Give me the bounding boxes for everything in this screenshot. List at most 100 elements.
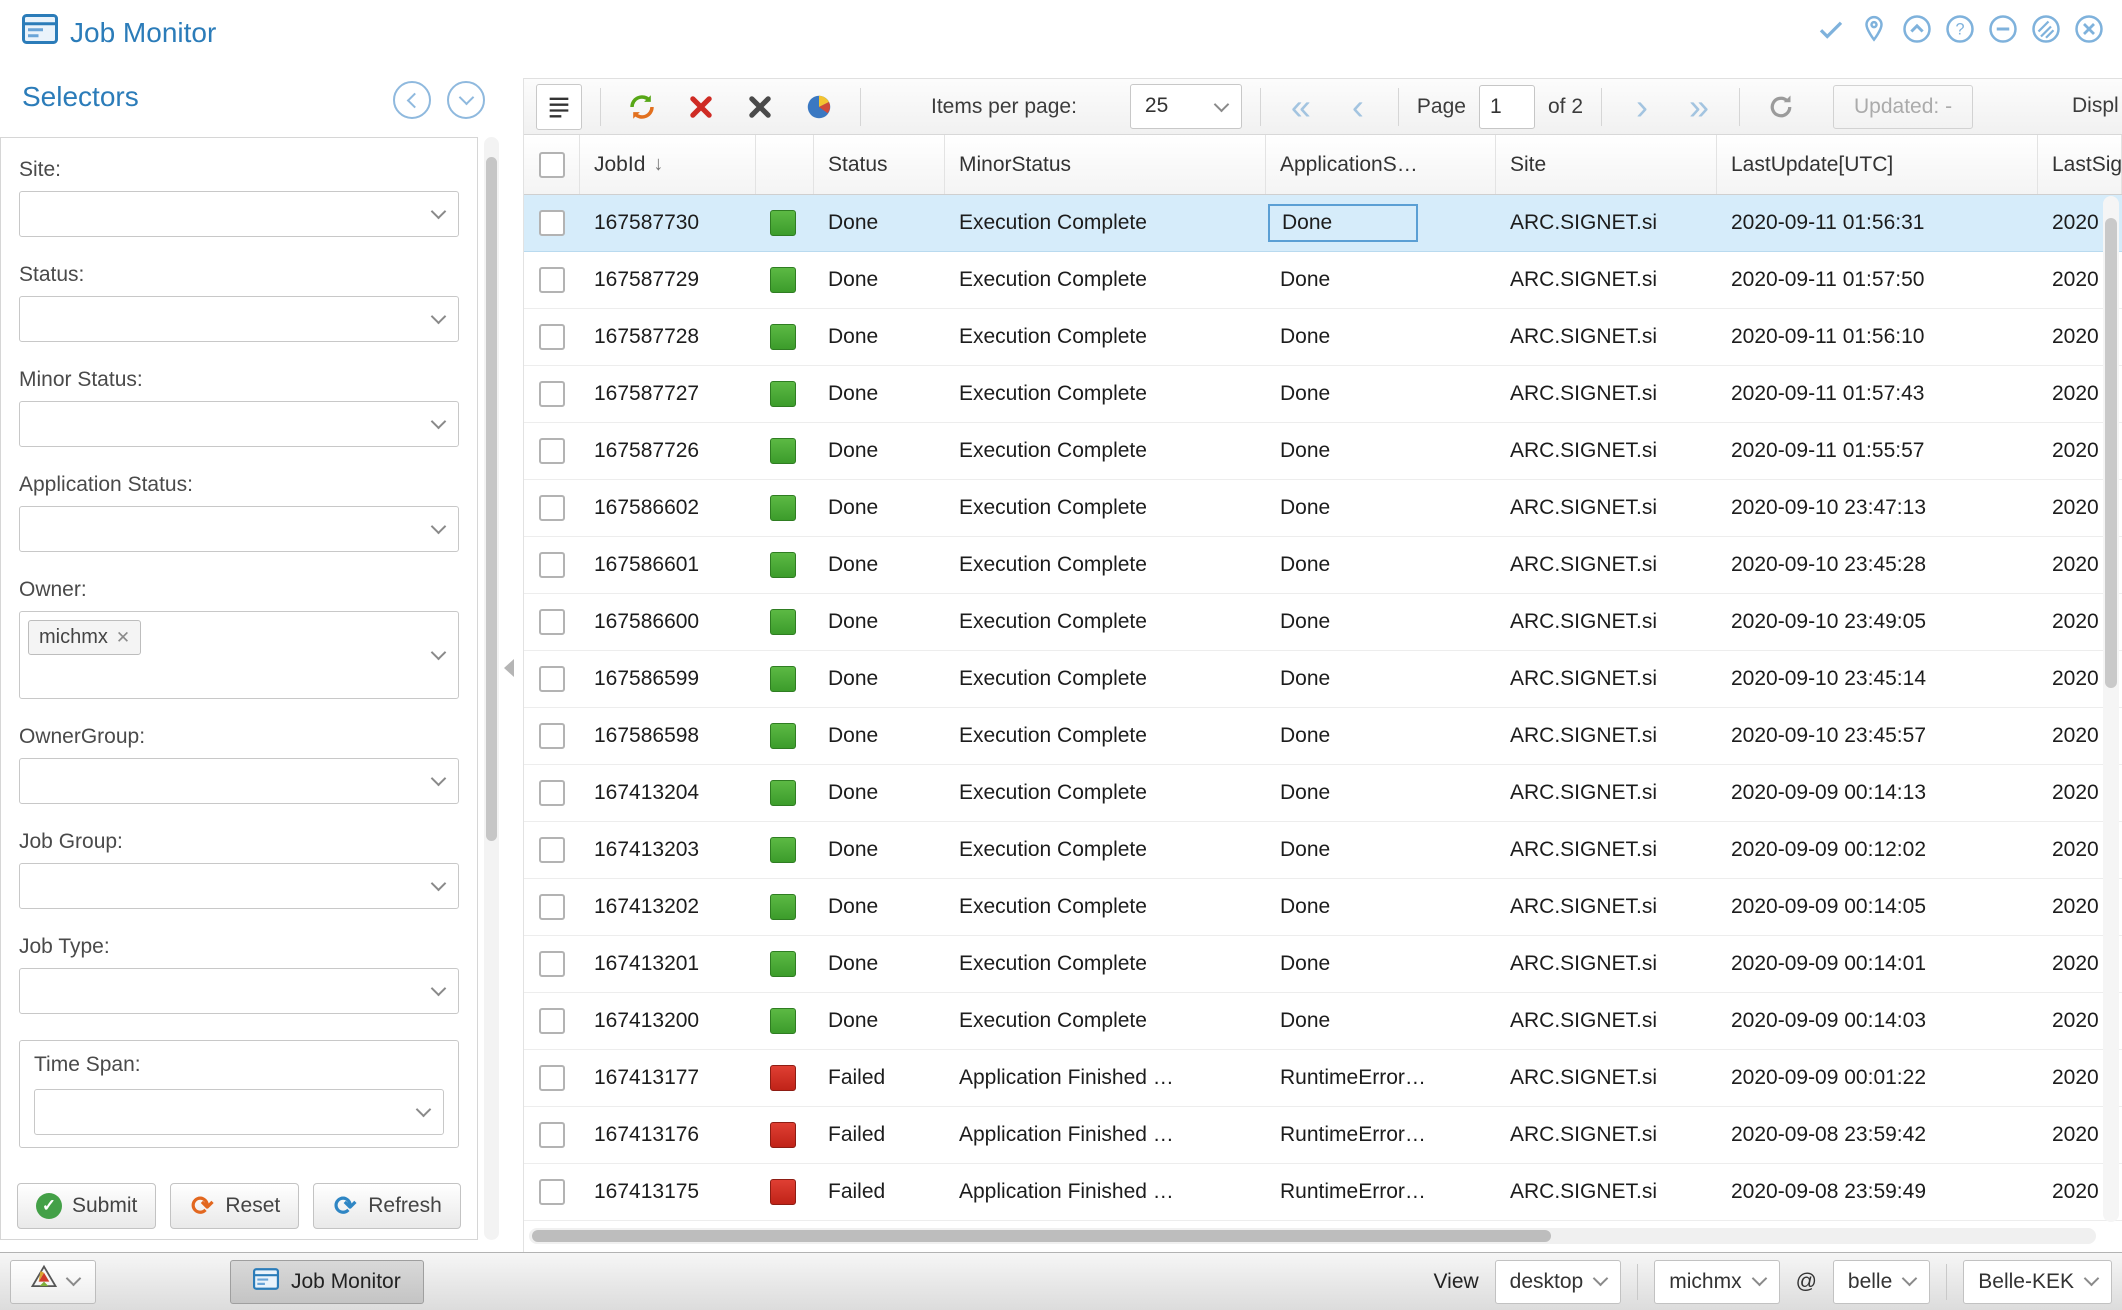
select-site[interactable] xyxy=(19,191,459,237)
expand-panel-button[interactable] xyxy=(447,81,485,119)
first-page-button[interactable]: « xyxy=(1279,85,1323,129)
sidebar-scrollbar[interactable] xyxy=(484,137,499,1240)
table-row[interactable]: 167587726DoneExecution CompleteDoneARC.S… xyxy=(524,423,2122,480)
column-header-minor[interactable]: MinorStatus xyxy=(945,135,1266,194)
table-row[interactable]: 167586599DoneExecution CompleteDoneARC.S… xyxy=(524,651,2122,708)
select-time-span[interactable] xyxy=(34,1089,444,1135)
view-select[interactable]: desktop xyxy=(1495,1260,1622,1304)
row-checkbox[interactable] xyxy=(524,993,580,1049)
table-row[interactable]: 167413203DoneExecution CompleteDoneARC.S… xyxy=(524,822,2122,879)
restore-icon[interactable] xyxy=(2031,14,2061,44)
row-checkbox[interactable] xyxy=(524,537,580,593)
horizontal-scrollbar[interactable] xyxy=(529,1228,2096,1244)
table-row[interactable]: 167413177FailedApplication Finished …Run… xyxy=(524,1050,2122,1107)
pin-icon[interactable] xyxy=(1859,14,1889,44)
select-ownergroup[interactable] xyxy=(19,758,459,804)
select-job-type[interactable] xyxy=(19,968,459,1014)
row-checkbox[interactable] xyxy=(524,252,580,308)
row-checkbox[interactable] xyxy=(524,936,580,992)
check-icon[interactable] xyxy=(1816,14,1846,44)
column-header-last_sig[interactable]: LastSig xyxy=(2038,135,2122,194)
page-input[interactable] xyxy=(1479,85,1535,129)
row-checkbox[interactable] xyxy=(524,195,580,251)
remove-tag-icon[interactable]: ✕ xyxy=(116,628,130,648)
row-checkbox[interactable] xyxy=(524,480,580,536)
kill-button[interactable] xyxy=(678,84,724,130)
select-owner[interactable]: michmx✕ xyxy=(19,611,459,699)
collapse-panel-button[interactable] xyxy=(393,81,431,119)
table-row[interactable]: 167413176FailedApplication Finished …Run… xyxy=(524,1107,2122,1164)
select-application-status[interactable] xyxy=(19,506,459,552)
select-status[interactable] xyxy=(19,296,459,342)
table-row[interactable]: 167413202DoneExecution CompleteDoneARC.S… xyxy=(524,879,2122,936)
row-checkbox[interactable] xyxy=(524,423,580,479)
scrollbar-thumb[interactable] xyxy=(486,157,497,841)
table-row[interactable]: 167413175FailedApplication Finished …Run… xyxy=(524,1164,2122,1221)
row-checkbox[interactable] xyxy=(524,309,580,365)
select-all-checkbox[interactable] xyxy=(524,135,580,194)
row-checkbox[interactable] xyxy=(524,879,580,935)
row-checkbox[interactable] xyxy=(524,765,580,821)
row-checkbox[interactable] xyxy=(524,1107,580,1163)
group-select[interactable]: belle xyxy=(1833,1260,1930,1304)
reload-button[interactable] xyxy=(1758,84,1804,130)
column-header-status[interactable]: Status xyxy=(814,135,945,194)
table-row[interactable]: 167587730DoneExecution CompleteDoneARC.S… xyxy=(524,195,2122,252)
reset-button[interactable]: Reset xyxy=(170,1183,299,1229)
table-row[interactable]: 167586601DoneExecution CompleteDoneARC.S… xyxy=(524,537,2122,594)
row-checkbox[interactable] xyxy=(524,366,580,422)
row-checkbox[interactable] xyxy=(524,1050,580,1106)
column-header-color[interactable] xyxy=(756,135,814,194)
status-square-green xyxy=(770,495,796,521)
scrollbar-thumb[interactable] xyxy=(2105,218,2117,688)
row-checkbox[interactable] xyxy=(524,708,580,764)
select-minor-status[interactable] xyxy=(19,401,459,447)
next-page-button[interactable]: › xyxy=(1620,85,1664,129)
table-row[interactable]: 167586602DoneExecution CompleteDoneARC.S… xyxy=(524,480,2122,537)
table-row[interactable]: 167587729DoneExecution CompleteDoneARC.S… xyxy=(524,252,2122,309)
collapse-up-icon[interactable] xyxy=(1902,14,1932,44)
column-header-id[interactable]: JobId↓ xyxy=(580,135,756,194)
display-label[interactable]: Displ xyxy=(2072,94,2119,118)
row-checkbox[interactable] xyxy=(524,822,580,878)
close-icon[interactable] xyxy=(2074,14,2104,44)
panel-splitter[interactable] xyxy=(500,65,522,1252)
refresh-button[interactable] xyxy=(619,84,665,130)
setup-select[interactable]: Belle-KEK xyxy=(1963,1260,2112,1304)
cell-status: Failed xyxy=(814,1164,945,1220)
help-icon[interactable]: ? xyxy=(1945,14,1975,44)
column-header-site[interactable]: Site xyxy=(1496,135,1717,194)
owner-tag[interactable]: michmx✕ xyxy=(28,620,141,655)
vertical-scrollbar[interactable] xyxy=(2103,196,2119,1222)
pie-chart-button[interactable] xyxy=(796,84,842,130)
table-row[interactable]: 167586598DoneExecution CompleteDoneARC.S… xyxy=(524,708,2122,765)
submit-button[interactable]: Submit xyxy=(17,1183,156,1229)
table-row[interactable]: 167413200DoneExecution CompleteDoneARC.S… xyxy=(524,993,2122,1050)
last-page-button[interactable]: » xyxy=(1677,85,1721,129)
row-checkbox[interactable] xyxy=(524,1164,580,1220)
delete-button[interactable] xyxy=(737,84,783,130)
menu-button[interactable] xyxy=(536,84,582,130)
items-per-page-select[interactable]: 25 xyxy=(1130,84,1242,129)
column-header-last_update[interactable]: LastUpdate[UTC] xyxy=(1717,135,2038,194)
select-job-group[interactable] xyxy=(19,863,459,909)
column-header-app[interactable]: ApplicationS… xyxy=(1266,135,1496,194)
table-row[interactable]: 167587728DoneExecution CompleteDoneARC.S… xyxy=(524,309,2122,366)
minimize-icon[interactable] xyxy=(1988,14,2018,44)
refresh-button[interactable]: Refresh xyxy=(313,1183,461,1229)
row-checkbox[interactable] xyxy=(524,651,580,707)
user-select[interactable]: michmx xyxy=(1654,1260,1779,1304)
taskbar-job-monitor-button[interactable]: Job Monitor xyxy=(230,1260,424,1304)
row-checkbox[interactable] xyxy=(524,594,580,650)
prev-page-button[interactable]: ‹ xyxy=(1336,85,1380,129)
scrollbar-thumb[interactable] xyxy=(532,1230,1551,1242)
dirac-menu-button[interactable] xyxy=(10,1260,96,1304)
field-label-application-status: Application Status: xyxy=(19,473,459,497)
splitter-collapse-icon[interactable] xyxy=(504,659,514,677)
table-row[interactable]: 167413201DoneExecution CompleteDoneARC.S… xyxy=(524,936,2122,993)
table-row[interactable]: 167413204DoneExecution CompleteDoneARC.S… xyxy=(524,765,2122,822)
table-row[interactable]: 167586600DoneExecution CompleteDoneARC.S… xyxy=(524,594,2122,651)
updated-button[interactable]: Updated: - xyxy=(1833,85,1973,129)
cell-lastupdate: 2020-09-09 00:14:03 xyxy=(1717,993,2038,1049)
table-row[interactable]: 167587727DoneExecution CompleteDoneARC.S… xyxy=(524,366,2122,423)
